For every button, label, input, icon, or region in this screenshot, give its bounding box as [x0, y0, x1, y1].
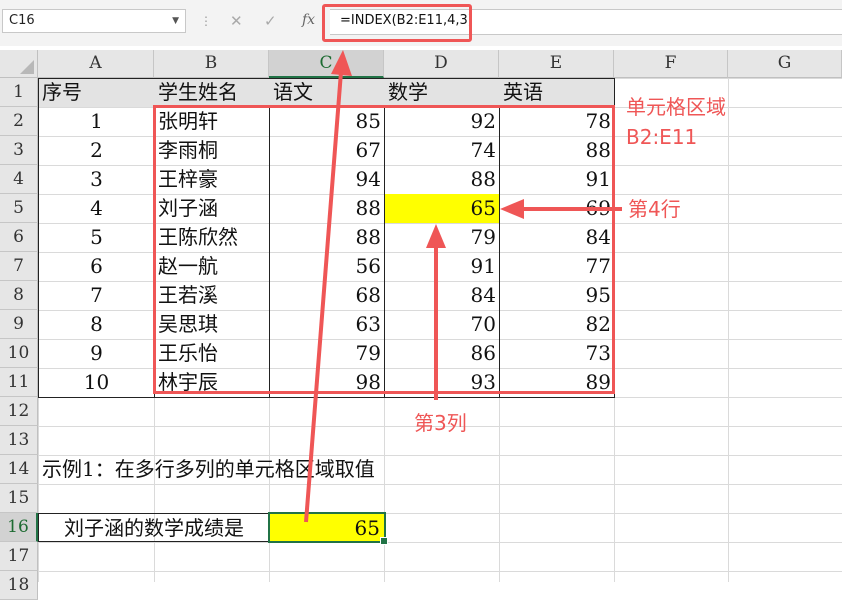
- annotation-arrows: [304, 50, 622, 523]
- formula-arrow-head: [331, 50, 352, 76]
- column-arrow-head: [426, 224, 446, 248]
- row-arrow-head: [500, 199, 524, 219]
- formula-arrow: [304, 71, 343, 523]
